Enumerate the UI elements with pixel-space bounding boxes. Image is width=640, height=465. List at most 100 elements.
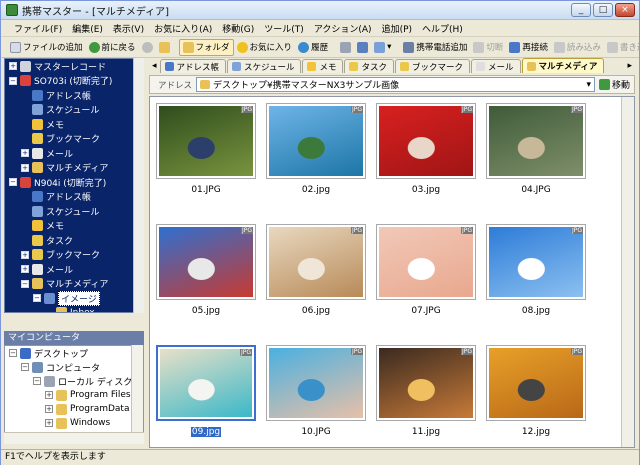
- tree-item[interactable]: メモ: [5, 117, 143, 132]
- tree-item-label: デスクトップ: [34, 349, 89, 360]
- properties-button[interactable]: [354, 39, 371, 56]
- tree-item[interactable]: スケジュール: [5, 204, 143, 219]
- image-thumbnail[interactable]: JPG: [156, 345, 256, 421]
- expand-toggle-icon[interactable]: +: [21, 250, 29, 259]
- image-thumbnail[interactable]: JPG: [156, 224, 256, 300]
- tree-item[interactable]: アドレス帳: [5, 190, 143, 205]
- tree-item[interactable]: + ProgramData: [5, 402, 143, 416]
- forward-button[interactable]: [139, 39, 156, 56]
- disconnect-button[interactable]: 切断: [470, 39, 506, 56]
- menu-item[interactable]: 移動(G): [217, 22, 259, 35]
- close-button[interactable]: ×: [615, 3, 635, 17]
- tree-item[interactable]: + ブックマーク: [5, 248, 143, 263]
- computer-tree-hscrollbar[interactable]: [4, 432, 144, 444]
- history-button[interactable]: 履歴: [295, 39, 331, 56]
- expand-toggle-icon[interactable]: +: [45, 405, 53, 413]
- image-thumbnail[interactable]: JPG: [156, 103, 256, 179]
- tree-item[interactable]: + Program Files: [5, 388, 143, 402]
- folder-button[interactable]: フォルダ: [178, 38, 234, 56]
- tab-item[interactable]: アドレス帳: [159, 59, 227, 73]
- image-thumbnail[interactable]: JPG: [266, 345, 366, 421]
- read-button[interactable]: 読み込み: [551, 39, 604, 56]
- menu-item[interactable]: 編集(E): [67, 22, 108, 35]
- menu-item[interactable]: ツール(T): [259, 22, 309, 35]
- tree-item[interactable]: − コンピュータ: [5, 360, 143, 374]
- image-filename: 08.jpg: [521, 306, 551, 316]
- expand-toggle-icon[interactable]: +: [21, 149, 29, 158]
- tree-item[interactable]: スケジュール: [5, 103, 143, 118]
- image-thumbnail[interactable]: JPG: [486, 224, 586, 300]
- tree-item[interactable]: − SO703i (切断完了): [5, 74, 143, 89]
- image-thumbnail[interactable]: JPG: [486, 345, 586, 421]
- expand-toggle-icon[interactable]: −: [9, 76, 17, 85]
- image-thumbnail[interactable]: JPG: [486, 103, 586, 179]
- reconnect-button[interactable]: 再接続: [506, 39, 551, 56]
- tree-node-icon: [56, 417, 67, 429]
- tree-item[interactable]: + マスターレコード: [5, 59, 143, 74]
- tab-item[interactable]: メモ: [302, 59, 344, 73]
- menu-item[interactable]: 追加(P): [377, 22, 417, 35]
- expand-toggle-icon[interactable]: +: [21, 163, 29, 172]
- up-folder-button[interactable]: [156, 39, 173, 56]
- tree-item-label: Inbox: [70, 307, 95, 313]
- image-thumbnail[interactable]: JPG: [376, 103, 476, 179]
- back-button[interactable]: 前に戻る: [86, 39, 139, 56]
- computer-tree-vscrollbar[interactable]: [131, 345, 143, 432]
- tab-label: スケジュール: [244, 62, 295, 73]
- tab-item[interactable]: タスク: [344, 59, 394, 73]
- tree-item[interactable]: + マルチメディア: [5, 161, 143, 176]
- tree-item[interactable]: アドレス帳: [5, 88, 143, 103]
- tab-item[interactable]: メール: [471, 59, 521, 73]
- tab-scroll-left-icon[interactable]: ◂: [149, 61, 160, 71]
- menu-item[interactable]: アクション(A): [309, 22, 377, 35]
- expand-toggle-icon[interactable]: −: [21, 279, 29, 288]
- write-button[interactable]: 書き込み: [604, 39, 640, 56]
- tree-item[interactable]: − デスクトップ: [5, 346, 143, 360]
- tree-item[interactable]: − マルチメディア: [5, 277, 143, 292]
- favorites-button[interactable]: お気に入り: [234, 39, 296, 56]
- expand-toggle-icon[interactable]: +: [45, 391, 53, 399]
- device-tree-scrollbar[interactable]: [133, 58, 144, 313]
- expand-toggle-icon[interactable]: −: [33, 294, 41, 303]
- tab-item[interactable]: ブックマーク: [394, 59, 470, 73]
- maximize-button[interactable]: □: [593, 3, 613, 17]
- tree-item[interactable]: + Windows: [5, 416, 143, 430]
- image-thumbnail[interactable]: JPG: [376, 224, 476, 300]
- image-thumbnail[interactable]: JPG: [266, 103, 366, 179]
- add-file-button[interactable]: ファイルの追加: [7, 39, 86, 56]
- menu-item[interactable]: ヘルプ(H): [417, 22, 468, 35]
- tree-item[interactable]: + メール: [5, 146, 143, 161]
- tree-item[interactable]: メモ: [5, 219, 143, 234]
- tree-item[interactable]: タスク: [5, 233, 143, 248]
- expand-toggle-icon[interactable]: +: [21, 265, 29, 274]
- expand-toggle-icon[interactable]: +: [45, 419, 53, 427]
- menu-item[interactable]: お気に入り(A): [149, 22, 217, 35]
- tree-item[interactable]: − N904i (切断完了): [5, 175, 143, 190]
- expand-toggle-icon[interactable]: −: [9, 178, 17, 187]
- thumbnail-scrollbar[interactable]: [621, 97, 634, 447]
- expand-toggle-icon[interactable]: +: [9, 62, 17, 71]
- expand-toggle-icon[interactable]: −: [9, 349, 17, 357]
- expand-toggle-icon[interactable]: −: [33, 377, 41, 385]
- minimize-button[interactable]: _: [571, 3, 591, 17]
- tree-item[interactable]: ブックマーク: [5, 132, 143, 147]
- image-thumbnail[interactable]: JPG: [266, 224, 366, 300]
- print-button[interactable]: [337, 39, 354, 56]
- tab-item[interactable]: マルチメディア: [521, 58, 605, 73]
- chevron-down-icon[interactable]: ▾: [586, 80, 594, 90]
- tab-label: アドレス帳: [176, 62, 220, 73]
- tree-item[interactable]: − イメージ: [5, 290, 143, 306]
- address-input[interactable]: デスクトップ¥携帯マスターNX3サンプル画像 ▾: [196, 77, 595, 92]
- tree-item[interactable]: Inbox: [5, 306, 143, 313]
- tree-item[interactable]: + メール: [5, 262, 143, 277]
- image-thumbnail[interactable]: JPG: [376, 345, 476, 421]
- tab-scroll-right-icon[interactable]: ▸: [624, 61, 635, 71]
- menu-item[interactable]: 表示(V): [108, 22, 149, 35]
- go-button[interactable]: 移動: [598, 78, 634, 91]
- tree-item[interactable]: − ローカル ディスク: [5, 374, 143, 388]
- expand-toggle-icon[interactable]: −: [21, 363, 29, 371]
- add-phone-button[interactable]: 携帯電話追加: [400, 39, 470, 56]
- menu-item[interactable]: ファイル(F): [9, 22, 67, 35]
- tab-item[interactable]: スケジュール: [227, 59, 302, 73]
- view-button[interactable]: ▾: [371, 39, 394, 56]
